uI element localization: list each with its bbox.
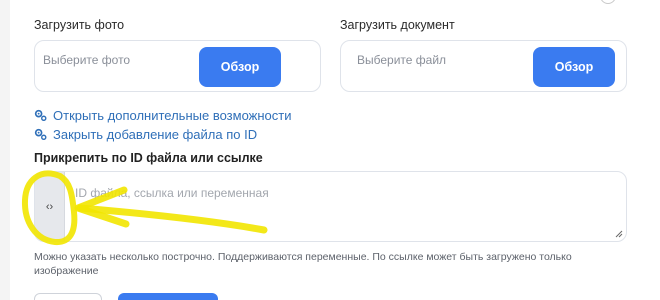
file-id-placeholder: ID файла, ссылка или переменная: [75, 186, 269, 200]
file-id-textarea[interactable]: ‹› ID файла, ссылка или переменная: [34, 171, 627, 242]
photo-upload-label: Загрузить фото: [34, 18, 125, 32]
document-browse-button[interactable]: Обзор: [533, 47, 615, 87]
document-upload-placeholder: Выберите файл: [357, 53, 447, 67]
secondary-action-button[interactable]: [34, 293, 102, 300]
photo-upload-placeholder: Выберите фото: [43, 53, 131, 67]
primary-action-button[interactable]: [118, 293, 218, 300]
open-extra-options-text: Открыть дополнительные возможности: [53, 108, 292, 123]
photo-browse-button[interactable]: Обзор: [199, 47, 281, 87]
variable-insert-button[interactable]: ‹›: [35, 172, 65, 241]
close-file-id-text: Закрыть добавление файла по ID: [53, 127, 258, 142]
open-extra-options-link[interactable]: Открыть дополнительные возможности: [34, 108, 291, 123]
attach-by-id-label: Прикрепить по ID файла или ссылке: [34, 151, 263, 165]
left-edge-strip: [0, 0, 10, 300]
attach-hint-text: Можно указать несколько построчно. Подде…: [34, 251, 572, 277]
circle-icon[interactable]: [600, 0, 616, 4]
document-upload-label: Загрузить документ: [340, 18, 455, 32]
gears-icon: [34, 128, 47, 141]
photo-upload-field[interactable]: Выберите фото Обзор: [34, 40, 321, 92]
close-file-id-link[interactable]: Закрыть добавление файла по ID: [34, 127, 257, 142]
file-attachment-panel: Загрузить фото Выберите фото Обзор Загру…: [0, 0, 660, 300]
gears-icon: [34, 109, 47, 122]
document-upload-field[interactable]: Выберите файл Обзор: [340, 40, 627, 92]
resize-grip-icon[interactable]: [615, 230, 623, 238]
